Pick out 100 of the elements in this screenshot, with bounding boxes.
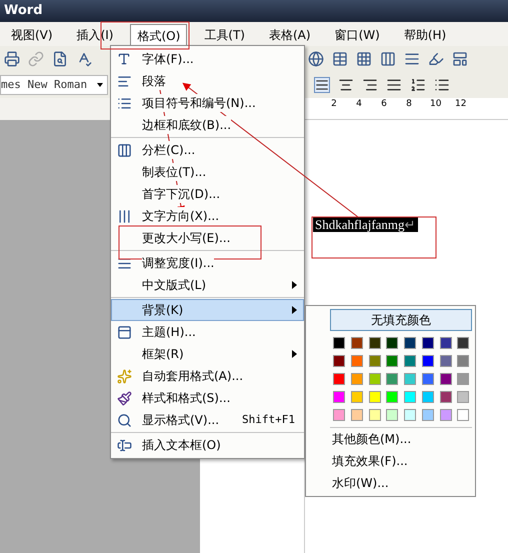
menu-item[interactable]: 样式和格式(S)... bbox=[111, 387, 304, 409]
color-swatch[interactable] bbox=[404, 355, 416, 367]
color-swatch[interactable] bbox=[368, 355, 380, 367]
color-swatch[interactable] bbox=[404, 409, 416, 421]
menu-item[interactable]: 插入文本框(O) bbox=[111, 434, 304, 456]
color-swatch[interactable] bbox=[350, 337, 363, 349]
color-swatch[interactable] bbox=[368, 391, 380, 403]
color-swatch[interactable] bbox=[333, 409, 345, 421]
color-swatch[interactable] bbox=[333, 337, 345, 349]
color-swatch[interactable] bbox=[368, 337, 380, 349]
menu-item-label: 显示格式(V)... bbox=[142, 411, 220, 429]
color-swatch[interactable] bbox=[350, 373, 363, 385]
menu-item[interactable]: 显示格式(V)... Shift+F1 bbox=[111, 409, 304, 431]
color-swatch[interactable] bbox=[422, 373, 434, 385]
color-swatch[interactable] bbox=[422, 355, 434, 367]
globe-icon[interactable] bbox=[308, 51, 324, 67]
color-swatch[interactable] bbox=[440, 373, 452, 385]
color-swatch[interactable] bbox=[440, 337, 452, 349]
color-swatch[interactable] bbox=[350, 391, 363, 403]
menu-item[interactable]: 调整宽度(I)... bbox=[111, 252, 304, 274]
bullets-icon[interactable] bbox=[434, 77, 450, 93]
autoformat-icon bbox=[116, 368, 132, 384]
menu-item[interactable]: 更改大小写(E)... bbox=[111, 227, 304, 249]
color-swatch[interactable] bbox=[457, 373, 470, 385]
menu[interactable]: 格式(O) bbox=[130, 24, 188, 46]
menu-item[interactable]: 填充效果(F)... bbox=[330, 450, 472, 472]
menu-item[interactable]: 边框和底纹(B)... bbox=[111, 114, 304, 136]
menu-item[interactable]: 字体(F)... bbox=[111, 48, 304, 70]
color-swatch[interactable] bbox=[368, 409, 380, 421]
no-fill-button[interactable]: 无填充颜色 bbox=[330, 309, 472, 331]
menu-item[interactable]: 水印(W)... bbox=[330, 472, 472, 494]
align-right-icon[interactable] bbox=[362, 77, 378, 93]
menu-item[interactable]: 文字方向(X)... bbox=[111, 205, 304, 227]
paragraph-mark: ↵ bbox=[404, 217, 416, 232]
font-name: mes New Roman bbox=[1, 76, 88, 93]
menu-item-label: 文字方向(X)... bbox=[142, 207, 220, 225]
color-swatch[interactable] bbox=[457, 337, 470, 349]
paragraph-icon bbox=[116, 74, 132, 88]
numbering-icon[interactable] bbox=[410, 77, 426, 93]
columns-icon[interactable] bbox=[380, 51, 396, 67]
center-icon[interactable] bbox=[338, 77, 354, 93]
menu-item-label: 主题(H)... bbox=[142, 323, 196, 341]
menu-item[interactable]: 首字下沉(D)... bbox=[111, 183, 304, 205]
color-swatch[interactable] bbox=[422, 337, 434, 349]
color-swatch[interactable] bbox=[422, 409, 434, 421]
color-swatch[interactable] bbox=[386, 409, 398, 421]
menu[interactable]: 帮助(H) bbox=[396, 24, 454, 46]
drawing-icon[interactable] bbox=[428, 51, 444, 67]
print-icon[interactable] bbox=[4, 51, 20, 67]
menu-item-label: 边框和底纹(B)... bbox=[142, 116, 232, 134]
menu[interactable]: 插入(I) bbox=[70, 24, 120, 46]
window-title: Word bbox=[4, 2, 43, 20]
color-swatch[interactable] bbox=[386, 337, 398, 349]
lines-icon[interactable] bbox=[404, 51, 420, 67]
window-icon[interactable] bbox=[452, 51, 468, 67]
menu-item[interactable]: 背景(K) bbox=[111, 299, 304, 321]
menu-item-label: 自动套用格式(A)... bbox=[142, 367, 244, 385]
color-swatch[interactable] bbox=[404, 391, 416, 403]
color-swatch[interactable] bbox=[404, 373, 416, 385]
color-swatch[interactable] bbox=[457, 409, 470, 421]
menu-item[interactable]: 框架(R) bbox=[111, 343, 304, 365]
ruler-number: 6 bbox=[380, 98, 388, 111]
menu[interactable]: 表格(A) bbox=[262, 24, 318, 46]
menu-item[interactable]: 分栏(C)... bbox=[111, 139, 304, 161]
menu-item[interactable]: 其他颜色(M)... bbox=[330, 428, 472, 450]
color-swatch[interactable] bbox=[386, 373, 398, 385]
color-swatch[interactable] bbox=[333, 391, 345, 403]
menu-item-label: 项目符号和编号(N)... bbox=[142, 94, 256, 112]
ruler-number: 2 bbox=[330, 98, 338, 111]
color-swatch[interactable] bbox=[404, 337, 416, 349]
menu-item[interactable]: 段落 bbox=[111, 70, 304, 92]
menu-item[interactable]: 中文版式(L) bbox=[111, 274, 304, 296]
menu[interactable]: 视图(V) bbox=[4, 24, 60, 46]
color-swatch[interactable] bbox=[440, 355, 452, 367]
color-swatch[interactable] bbox=[457, 355, 470, 367]
menu-item-label: 段落 bbox=[142, 72, 166, 90]
color-swatch[interactable] bbox=[368, 373, 380, 385]
color-swatch[interactable] bbox=[457, 391, 470, 403]
menu-item[interactable]: 项目符号和编号(N)... bbox=[111, 92, 304, 114]
menu-item[interactable]: 自动套用格式(A)... bbox=[111, 365, 304, 387]
table-icon[interactable] bbox=[332, 51, 348, 67]
color-swatch[interactable] bbox=[440, 409, 452, 421]
color-swatch[interactable] bbox=[440, 391, 452, 403]
menu[interactable]: 工具(T) bbox=[197, 24, 252, 46]
color-swatch[interactable] bbox=[333, 373, 345, 385]
preview-icon[interactable] bbox=[52, 51, 68, 67]
color-swatch[interactable] bbox=[386, 355, 398, 367]
color-swatch[interactable] bbox=[350, 355, 363, 367]
justify-icon[interactable] bbox=[314, 77, 330, 93]
menu-item[interactable]: 主题(H)... bbox=[111, 321, 304, 343]
distribute-icon[interactable] bbox=[386, 77, 402, 93]
menu-item[interactable]: 制表位(T)... bbox=[111, 161, 304, 183]
color-swatch[interactable] bbox=[333, 355, 345, 367]
color-swatch[interactable] bbox=[422, 391, 434, 403]
color-swatch[interactable] bbox=[386, 391, 398, 403]
grid-icon[interactable] bbox=[356, 51, 372, 67]
font-box[interactable]: mes New Roman bbox=[0, 75, 108, 95]
menu-item-label: 背景(K) bbox=[142, 301, 184, 319]
color-swatch[interactable] bbox=[350, 409, 363, 421]
menu[interactable]: 窗口(W) bbox=[328, 24, 387, 46]
